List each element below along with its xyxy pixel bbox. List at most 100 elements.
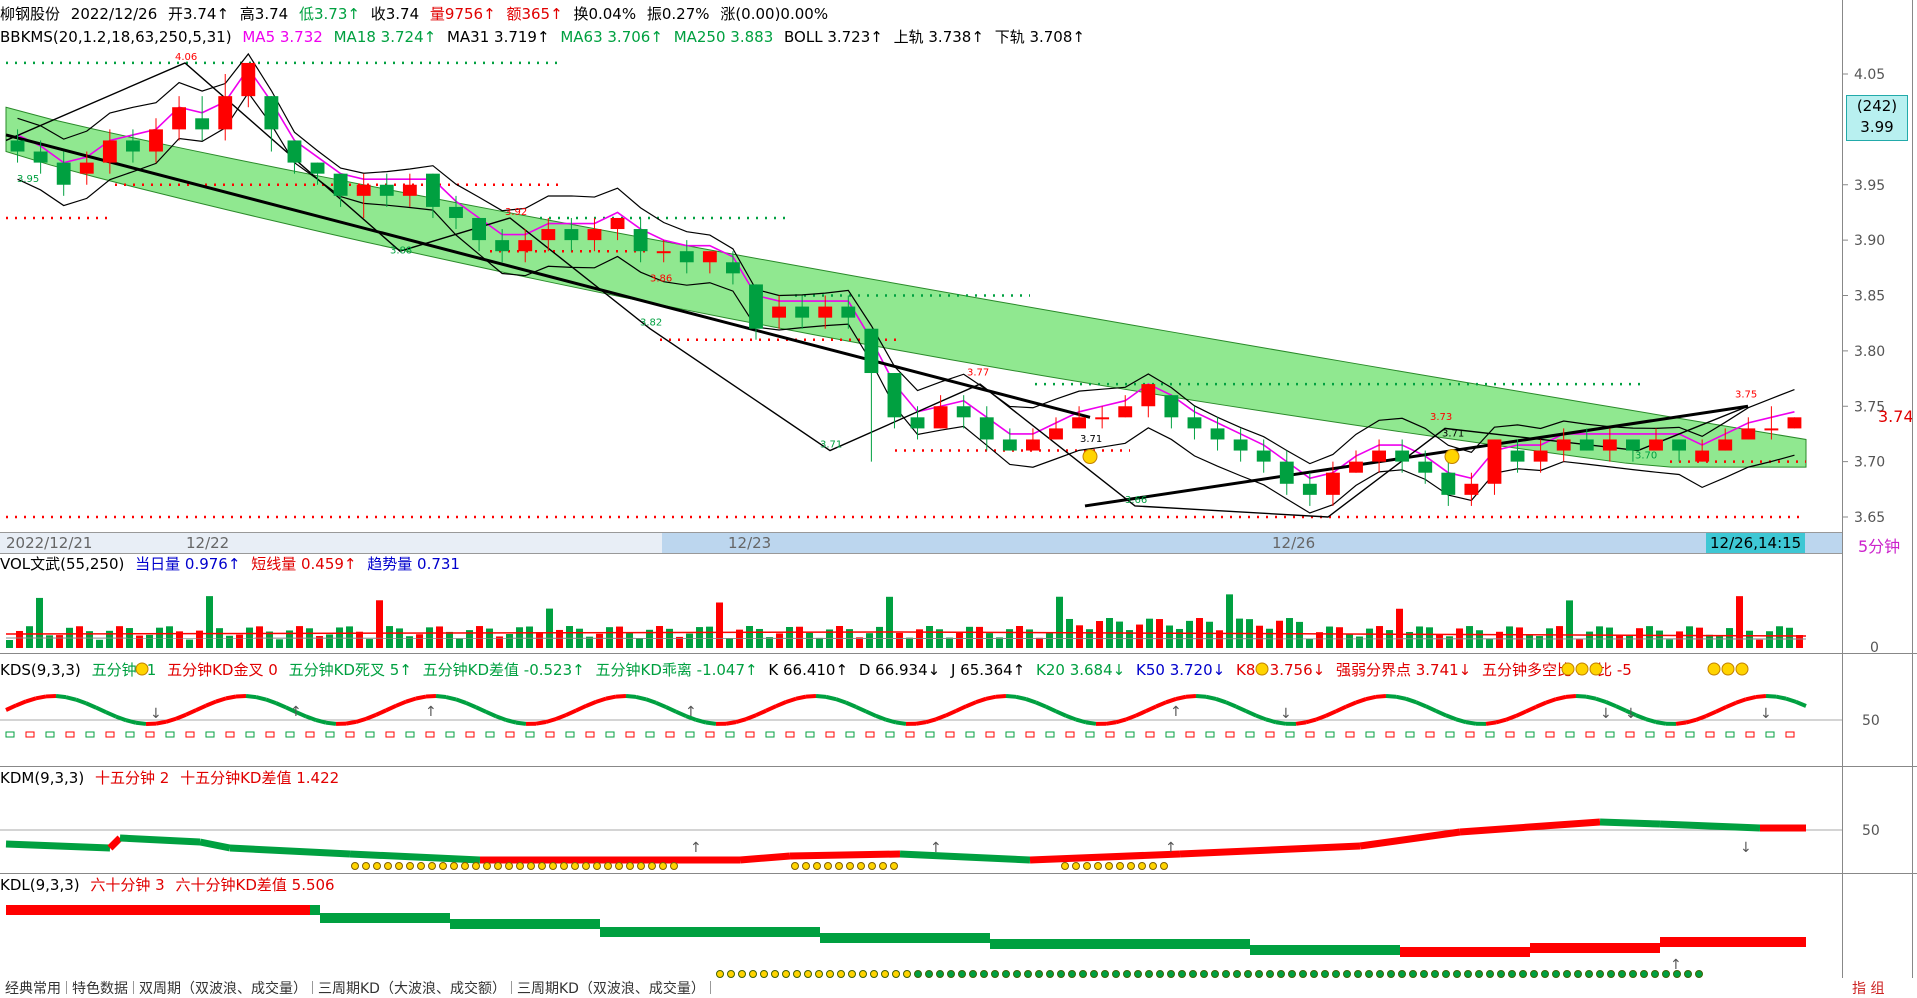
candle-body (1003, 439, 1017, 450)
tab-classic[interactable]: 经典常用 (0, 981, 67, 994)
kds-histogram (1086, 732, 1094, 737)
kds-histogram (886, 732, 894, 737)
kdl-signal-dot (981, 971, 988, 978)
volume-bar (796, 627, 803, 648)
volume-bar (1666, 639, 1673, 648)
kdl-band (1400, 947, 1530, 957)
kds-line (516, 723, 526, 724)
kdm-signal-dot (583, 863, 590, 870)
tab-tri-period-volume[interactable]: 三周期KD（双波浪、成交量） (512, 981, 711, 994)
kdl-signal-dot (1234, 971, 1241, 978)
kds-line (976, 699, 986, 702)
kds-arrow-icon: ↑ (425, 704, 437, 720)
kds-histogram (426, 732, 434, 737)
kds-line (206, 702, 216, 706)
kds-line (186, 710, 196, 715)
kds-histogram (446, 732, 454, 737)
time-label-2: 12/23 (728, 534, 771, 552)
time-axis[interactable]: 2022/12/21 12/22 12/23 12/26 12/26,14:15 (0, 532, 1842, 554)
price-point-label: 3.77 (967, 368, 989, 379)
candle-body (1488, 439, 1502, 483)
volume-chart[interactable]: 0 (0, 552, 1917, 652)
tab-tri-period-amount[interactable]: 三周期KD（大波浪、成交额） (313, 981, 512, 994)
price-chart[interactable]: 4.053.953.903.853.803.753.703.654.063.95… (0, 0, 1917, 532)
kds-line (1156, 702, 1166, 706)
kds-arrow-icon: ↓ (1760, 706, 1772, 722)
kds-line (476, 707, 486, 712)
kds-histogram (106, 732, 114, 737)
volume-bar (1426, 627, 1433, 648)
time-selection[interactable] (662, 533, 1842, 553)
kdl-chart[interactable]: ↑ (0, 873, 1917, 979)
volume-bar (116, 626, 123, 648)
volume-bar (1526, 634, 1533, 648)
kdl-signal-dot (1146, 971, 1153, 978)
kdl-signal-dot (1124, 971, 1131, 978)
kds-line (1016, 697, 1026, 699)
price-point-label: 3.75 (1735, 390, 1757, 401)
volume-bar (226, 636, 233, 648)
corner-tab[interactable]: 指 组 (1852, 978, 1884, 998)
kds-line (1196, 696, 1206, 697)
kdl-signal-dot (959, 971, 966, 978)
kds-line (1586, 697, 1596, 699)
kds-histogram (46, 732, 54, 737)
kdl-signal-dot (1520, 971, 1527, 978)
kds-arrow-icon: ↑ (290, 704, 302, 720)
kdm-signal-dot (1106, 863, 1113, 870)
kds-histogram (86, 732, 94, 737)
volume-bar (876, 627, 883, 648)
volume-avg-line (6, 632, 1806, 636)
volume-bar (1566, 600, 1573, 648)
axis-divider (1842, 0, 1843, 978)
volume-bar (346, 626, 353, 648)
kds-histogram (326, 732, 334, 737)
kds-line (536, 722, 546, 724)
kdm-signal-dot (1117, 863, 1124, 870)
kds-chart[interactable]: 50↓↑↑↑↑↓↓↓↓ (0, 654, 1917, 766)
kds-line (776, 702, 786, 706)
kds-line (826, 697, 836, 699)
volume-bar (1356, 637, 1363, 648)
candle-body (11, 140, 25, 151)
kdm-signal-dot (418, 863, 425, 870)
kdm-signal-dot (660, 863, 667, 870)
kds-histogram (1746, 732, 1754, 737)
kdl-signal-dot (1322, 971, 1329, 978)
kds-line (1366, 697, 1376, 699)
kds-histogram (1226, 732, 1234, 737)
volume-bar (1416, 626, 1423, 648)
candle-body (1741, 428, 1755, 439)
volume-bar (956, 633, 963, 648)
kds-line (1706, 712, 1716, 716)
kds-axis-label: 50 (1862, 713, 1880, 729)
tab-feature-data[interactable]: 特色数据 (67, 981, 134, 994)
volume-bar (1296, 622, 1303, 648)
candle-body (1534, 451, 1548, 462)
kdm-signal-dot (1084, 863, 1091, 870)
kds-histogram (646, 732, 654, 737)
kds-histogram (1026, 732, 1034, 737)
smiley-icon (1083, 450, 1097, 464)
kds-histogram (486, 732, 494, 737)
kds-histogram (1126, 732, 1134, 737)
price-axis-label: 4.05 (1854, 67, 1885, 83)
kds-histogram (406, 732, 414, 737)
volume-bar (686, 634, 693, 648)
kds-line (16, 701, 26, 705)
kdl-signal-dot (1311, 971, 1318, 978)
kdl-signal-dot (1047, 971, 1054, 978)
volume-bar (926, 626, 933, 648)
kds-histogram (126, 732, 134, 737)
volume-bar (986, 633, 993, 648)
volume-bar (166, 626, 173, 648)
volume-bar (1686, 626, 1693, 648)
kdm-chart[interactable]: 50↑↑↑↓ (0, 766, 1917, 874)
kdl-signal-dot (1432, 971, 1439, 978)
kds-line (1166, 699, 1176, 702)
kdl-signal-dot (772, 971, 779, 978)
volume-bar (526, 627, 533, 648)
kds-histogram (226, 732, 234, 737)
tab-dual-period[interactable]: 双周期（双波浪、成交量） (134, 981, 313, 994)
kds-line (1696, 716, 1706, 720)
